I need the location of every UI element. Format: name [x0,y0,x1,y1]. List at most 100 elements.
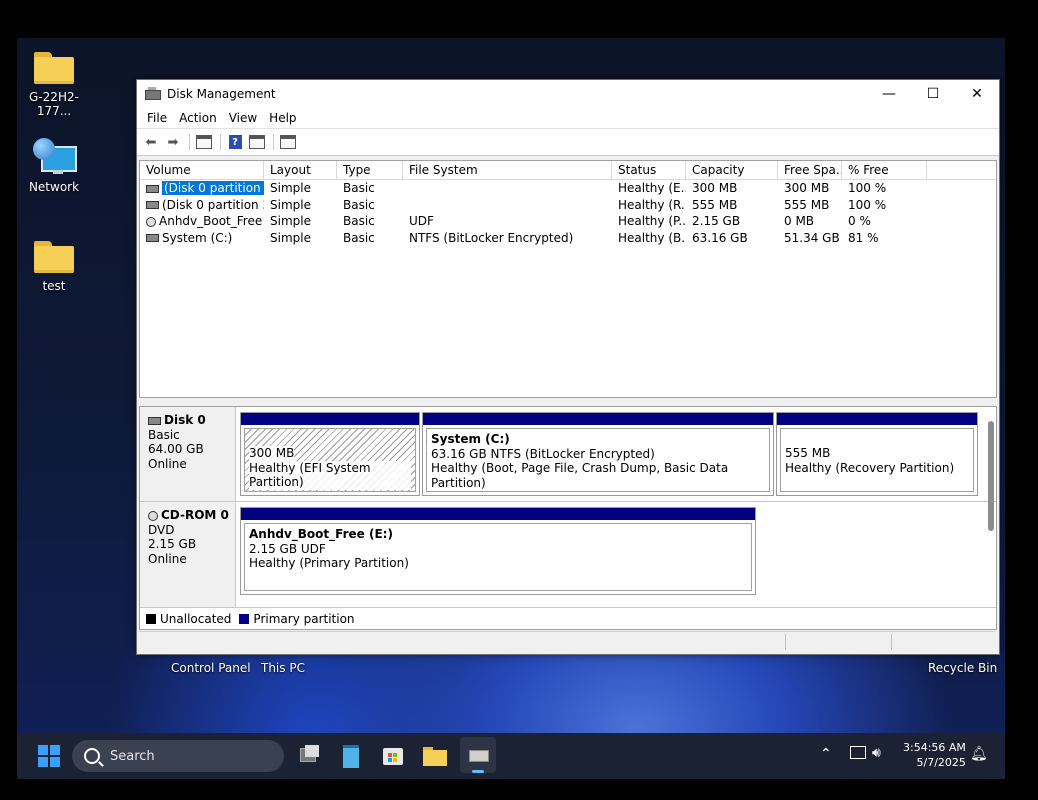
unallocated-swatch [146,613,156,624]
cell-type: Basic [343,214,375,228]
desktop: G-22H2-177... Network test Control Panel… [17,38,1005,779]
column-type[interactable]: Type [337,161,403,179]
partition-status: Healthy (Recovery Partition) [785,460,955,475]
partition-title: Anhdv_Boot_Free (E:) [249,527,393,541]
volume-icon [146,184,159,193]
legend-primary: Primary partition [253,611,355,626]
disk-type: Basic [148,427,180,442]
disk-state: Online [148,456,187,471]
forward-arrow-icon[interactable]: ➡ [163,133,183,151]
partition-size: 63.16 GB NTFS (BitLocker Encrypted) [431,446,655,461]
notepad-icon[interactable] [338,742,364,768]
cell-free-space: 300 MB [784,181,830,195]
volume-list: Volume Layout Type File System Status Ca… [139,160,997,398]
cell-percent-free: 0 % [848,214,871,228]
chevron-up-icon[interactable]: ⌃ [820,746,832,762]
desktop-icon-label: G-22H2-177... [29,90,79,118]
table-row[interactable]: (Disk 0 partition 1) Simple Basic Health… [140,180,996,197]
menu-view[interactable]: View [223,111,263,125]
cell-percent-free: 81 % [848,230,879,245]
table-row[interactable]: (Disk 0 partition 3) Simple Basic Health… [140,197,996,214]
cell-percent-free: 100 % [848,197,887,212]
column-file-system[interactable]: File System [403,161,612,179]
partition-title: System (C:) [431,432,510,446]
desktop-icon-network[interactable]: Network [17,138,94,194]
column-free-space[interactable]: Free Spa... [778,161,842,179]
cell-capacity: 63.16 GB [692,230,748,245]
table-row[interactable]: System (C:) Simple Basic NTFS (BitLocker… [140,230,996,247]
cd-drive-icon [146,216,156,227]
partition-status: Healthy (EFI System Partition) [249,460,411,490]
column-volume[interactable]: Volume [140,161,264,179]
cell-capacity: 300 MB [692,181,738,195]
cell-capacity: 2.15 GB [692,214,741,228]
volume-name: System (C:) [162,230,233,245]
minimize-button[interactable]: — [867,80,911,108]
desktop-icon-test[interactable]: test [17,241,94,293]
partition-size: 2.15 GB UDF [249,541,326,556]
desktop-icon-control-panel[interactable]: Control Panel [171,661,251,675]
volume-icon[interactable]: 🔊︎ [872,745,881,761]
cell-layout: Simple [270,214,311,228]
microsoft-store-icon[interactable] [380,742,406,768]
partition-title [249,432,411,446]
cd-drive-icon [148,510,158,521]
cell-type: Basic [343,230,375,245]
column-percent-free[interactable]: % Free [842,161,927,179]
taskbar-search[interactable]: Search [72,740,284,772]
task-view-icon[interactable] [296,742,322,768]
partition-anhdv-boot-e[interactable]: Anhdv_Boot_Free (E:) 2.15 GB UDF Healthy… [240,507,756,595]
partition-efi[interactable]: 300 MB Healthy (EFI System Partition) [240,412,420,496]
table-row[interactable]: Anhdv_Boot_Free ... Simple Basic UDF Hea… [140,213,996,230]
cell-free-space: 0 MB [784,214,815,228]
cell-layout: Simple [270,230,311,245]
system-clock[interactable]: 3:54:56 AM 5/7/2025 [903,740,966,770]
partition-size: 300 MB [249,446,295,461]
cdrom-0-label[interactable]: CD-ROM 0 DVD 2.15 GB Online [140,502,236,607]
file-explorer-icon[interactable] [422,742,448,768]
title-bar[interactable]: Disk Management — ☐ ✕ [137,80,999,108]
disk-0-label[interactable]: Disk 0 Basic 64.00 GB Online [140,407,236,501]
settings-list-icon[interactable] [278,133,298,151]
column-status[interactable]: Status [612,161,686,179]
show-hide-console-tree-icon[interactable] [194,133,214,151]
back-arrow-icon[interactable]: ⬅ [141,133,161,151]
cell-type: Basic [343,181,375,195]
notification-bell-icon[interactable]: 🔔︎ [970,746,988,762]
disk-management-taskbar-icon[interactable] [460,737,496,773]
properties-icon[interactable] [247,133,267,151]
close-button[interactable]: ✕ [955,80,999,108]
menu-help[interactable]: Help [263,111,302,125]
disk-state: Online [148,551,187,566]
desktop-icon-label: test [42,279,66,293]
desktop-icon-this-pc[interactable]: This PC [261,661,305,675]
menu-action[interactable]: Action [173,111,223,125]
maximize-button[interactable]: ☐ [911,80,955,108]
graph-scrollbar[interactable] [988,421,994,531]
network-tray-icon[interactable] [850,746,866,759]
volume-name: Anhdv_Boot_Free ... [159,214,264,228]
cell-layout: Simple [270,197,311,212]
search-label: Search [110,748,155,764]
windows-start-icon[interactable] [38,745,60,767]
disk-size: 2.15 GB [148,537,197,551]
cell-status: Healthy (P... [618,214,686,228]
cell-status: Healthy (B... [618,230,686,245]
window-title: Disk Management [167,87,276,101]
partition-recovery[interactable]: 555 MB Healthy (Recovery Partition) [776,412,978,496]
menu-file[interactable]: File [141,111,173,125]
clock-date: 5/7/2025 [916,756,966,769]
disk-management-window: Disk Management — ☐ ✕ File Action View H… [136,79,1000,655]
volume-name: (Disk 0 partition 3) [162,197,264,212]
partition-status: Healthy (Primary Partition) [249,556,409,570]
cell-status: Healthy (R... [618,197,686,212]
partition-system-c[interactable]: System (C:) 63.16 GB NTFS (BitLocker Enc… [422,412,774,496]
desktop-icon-recycle-bin[interactable]: Recycle Bin [928,661,997,675]
desktop-icon-g22h2[interactable]: G-22H2-177... [17,52,94,118]
column-capacity[interactable]: Capacity [686,161,778,179]
search-icon [84,748,100,764]
help-icon[interactable]: ? [225,133,245,151]
cell-status: Healthy (E... [618,181,686,195]
column-layout[interactable]: Layout [264,161,337,179]
disk-name: CD-ROM 0 [161,508,229,522]
